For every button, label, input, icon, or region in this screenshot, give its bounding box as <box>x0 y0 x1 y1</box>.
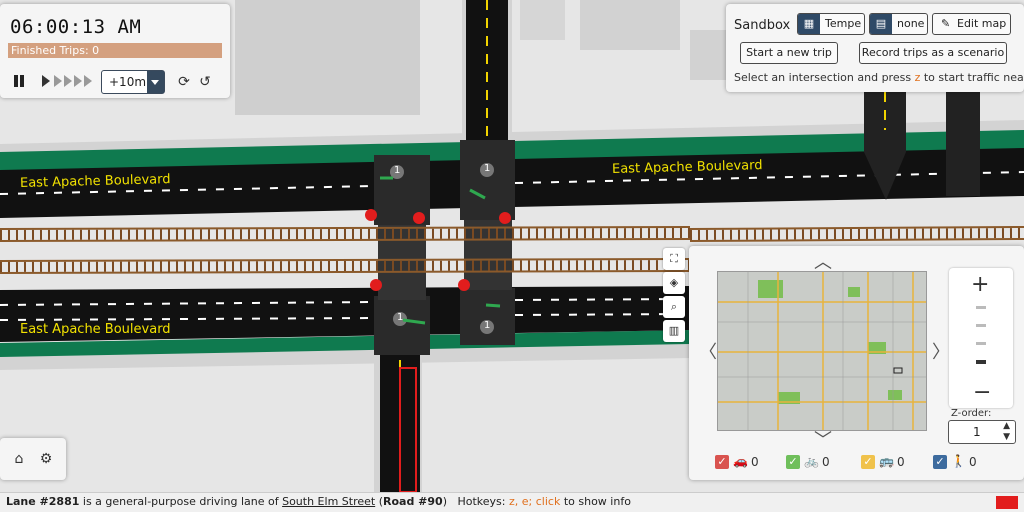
spinner-arrows-icon[interactable]: ▲ ▼ <box>1003 421 1010 443</box>
car-icon: 🚗 <box>733 454 748 468</box>
zoom-control: + − <box>949 268 1013 408</box>
signal-number: 1 <box>484 163 491 174</box>
signal-number: 1 <box>397 312 404 323</box>
record-trips-button[interactable]: Record trips as a scenario <box>859 42 1007 64</box>
finished-trips-bar: Finished Trips: 0 <box>8 43 222 58</box>
zoom-level-current[interactable] <box>976 360 986 364</box>
road-id: Road #90 <box>383 495 443 508</box>
bus-icon: 🚌 <box>879 454 894 468</box>
street-link[interactable]: South Elm Street <box>282 495 375 508</box>
chevron-down-icon[interactable] <box>147 71 164 93</box>
zoom-in-button[interactable]: + <box>971 272 989 297</box>
zoom-out-button[interactable]: − <box>973 380 991 405</box>
map-icon: ▦ <box>798 14 820 34</box>
hotkeys: z, e; click <box>509 495 561 508</box>
intersection[interactable] <box>460 140 515 220</box>
sim-clock: 06:00:13 AM <box>10 16 142 38</box>
intersection[interactable] <box>460 288 515 345</box>
road-label: East Apache Boulevard <box>20 322 171 337</box>
speed-control[interactable] <box>42 75 92 87</box>
checkbox-icon[interactable]: ✓ <box>933 455 947 469</box>
building <box>690 30 730 80</box>
fullscreen-icon[interactable]: ⛶ <box>663 248 685 270</box>
home-icon[interactable]: ⌂ <box>11 451 27 467</box>
z-order-label: Z-order: <box>951 408 992 419</box>
gear-icon[interactable]: ⚙ <box>38 451 54 467</box>
bike-icon: 🚲 <box>804 454 819 468</box>
edit-map-button[interactable]: ✎ Edit map <box>932 13 1011 35</box>
building <box>580 0 680 50</box>
signal-number: 1 <box>484 320 491 331</box>
home-settings-panel: ⌂ ⚙ <box>0 438 66 480</box>
road <box>946 92 980 152</box>
z-order-spinner[interactable]: 1 ▲ ▼ <box>948 420 1016 444</box>
sandbox-panel: Sandbox ▦ Tempe ▤ none ✎ Edit map Start … <box>726 4 1024 92</box>
sandbox-instruction: Select an intersection and press z to st… <box>734 71 1024 84</box>
play-icon <box>42 75 50 87</box>
chevron-left-icon[interactable]: 〈 <box>699 338 717 364</box>
chart-icon[interactable]: ▥ <box>663 320 685 342</box>
pause-icon <box>14 75 18 87</box>
change-map-button[interactable]: ▦ Tempe <box>797 13 865 35</box>
reset-timer-icon[interactable]: ⟳ <box>176 74 192 90</box>
sandbox-title: Sandbox <box>734 18 791 33</box>
change-scenario-button[interactable]: ▤ none <box>869 13 928 35</box>
lane-id: Lane #2881 <box>6 495 80 508</box>
pedestrian-icon: 🚶 <box>951 454 966 468</box>
minimap-panel: ⛶ ◈ ⌕ ▥ ︿ ﹀ 〈 〉 + − Z-order: 1 ▲ ▼ ✓ 🚗 0… <box>663 246 1024 480</box>
checkbox-icon[interactable]: ✓ <box>861 455 875 469</box>
checkbox-icon[interactable]: ✓ <box>715 455 729 469</box>
pencil-icon: ✎ <box>941 17 951 30</box>
time-panel: 06:00:13 AM Finished Trips: 0 +10m ⟳ ↺ <box>0 4 230 98</box>
undo-icon[interactable]: ↺ <box>197 74 213 90</box>
zoom-level[interactable] <box>976 342 986 345</box>
lane-color-swatch <box>996 496 1018 509</box>
start-new-trip-button[interactable]: Start a new trip <box>740 42 838 64</box>
building <box>520 0 565 40</box>
status-bar: Lane #2881 is a general-purpose driving … <box>0 492 1024 512</box>
checkbox-icon[interactable]: ✓ <box>786 455 800 469</box>
search-icon[interactable]: ⌕ <box>663 296 685 318</box>
calendar-icon: ▤ <box>870 14 892 34</box>
layers-icon[interactable]: ◈ <box>663 272 685 294</box>
zoom-level[interactable] <box>976 324 986 327</box>
pause-button[interactable] <box>12 74 26 88</box>
building <box>235 0 420 115</box>
time-jump-dropdown[interactable]: +10m <box>101 70 165 94</box>
signal-number: 1 <box>394 165 401 176</box>
minimap[interactable] <box>717 271 927 431</box>
chevron-right-icon[interactable]: 〉 <box>932 338 950 364</box>
time-jump-label: +10m <box>109 75 147 89</box>
zoom-level[interactable] <box>976 306 986 309</box>
